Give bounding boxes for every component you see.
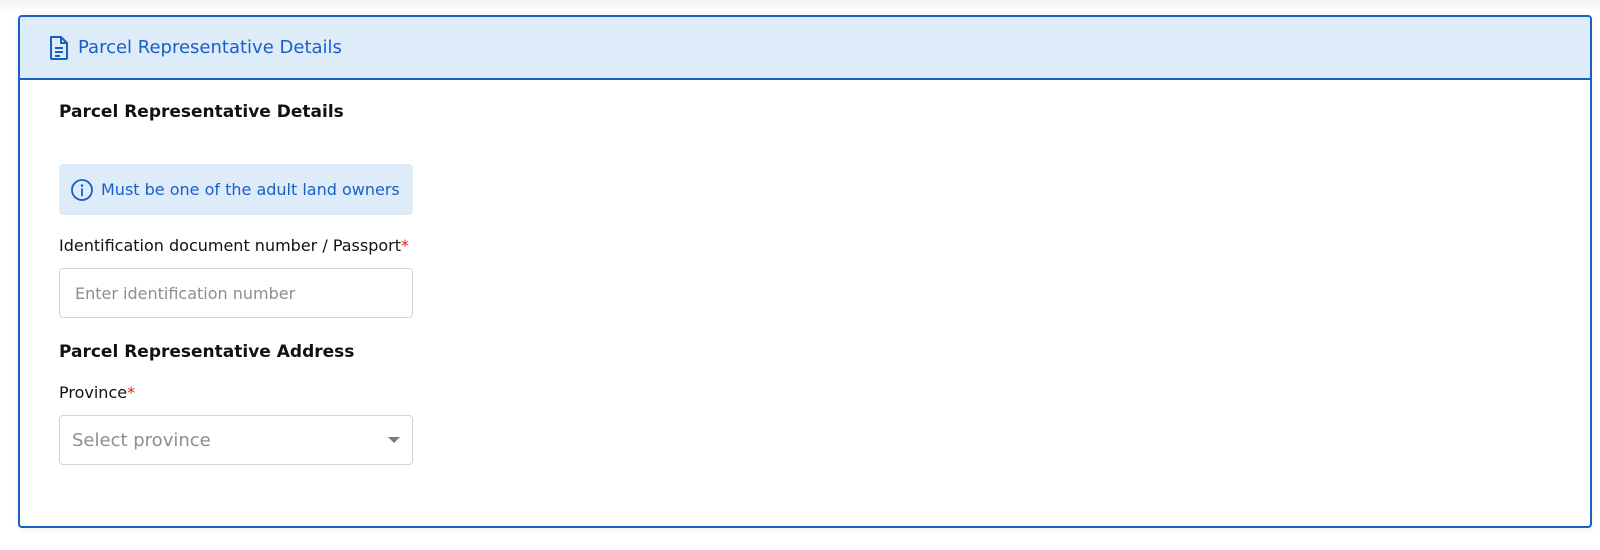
id-number-label: Identification document number / Passpor… [59,236,409,255]
province-select-value: Select province [72,429,211,451]
top-shadow [0,0,1600,12]
chevron-down-icon[interactable] [388,437,400,443]
id-number-input[interactable] [59,268,413,318]
id-number-label-text: Identification document number / Passpor… [59,236,402,255]
province-select[interactable]: Select province [59,415,413,465]
province-label: Province* [59,383,135,402]
representative-card: Parcel Representative Details Parcel Rep… [18,15,1592,528]
card-header[interactable]: Parcel Representative Details [20,17,1590,80]
info-icon [70,178,94,202]
section-title-details: Parcel Representative Details [59,102,344,122]
required-mark: * [127,383,136,402]
required-mark: * [401,236,410,255]
section-title-address: Parcel Representative Address [59,342,355,362]
info-alert: Must be one of the adult land owners [59,164,413,215]
province-label-text: Province [59,383,128,402]
card-header-title: Parcel Representative Details [78,37,342,58]
info-alert-text: Must be one of the adult land owners [101,180,400,199]
document-icon [48,35,70,61]
